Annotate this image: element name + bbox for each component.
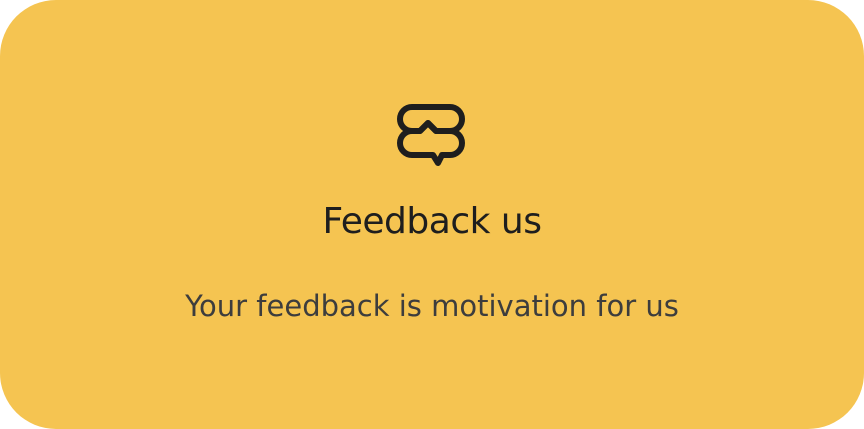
card-title: Feedback us [322, 201, 542, 242]
chat-feedback-icon-bottom-bubble [397, 120, 465, 166]
feedback-card[interactable]: Feedback us Your feedback is motivation … [0, 0, 864, 429]
card-subtitle: Your feedback is motivation for us [185, 289, 679, 323]
chat-feedback-icon [396, 103, 466, 167]
